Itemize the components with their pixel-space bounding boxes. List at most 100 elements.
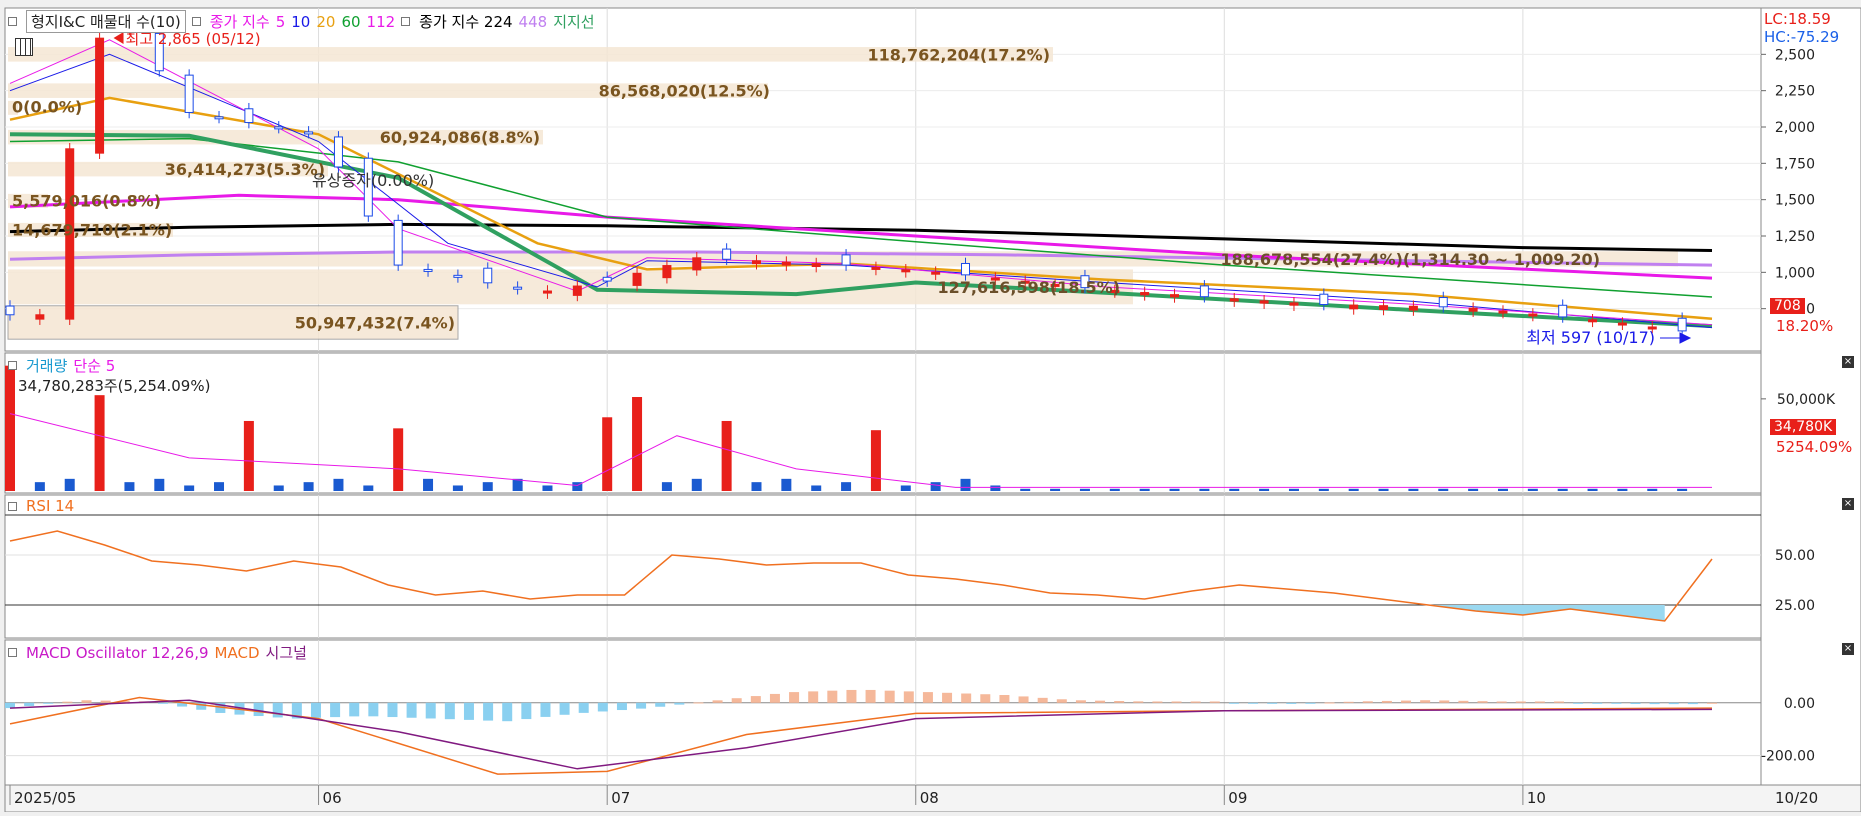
- rsi-tick-label: 50.00: [1775, 548, 1815, 564]
- macd-oscillator-bar: [330, 702, 341, 718]
- ma-period-60: 60: [341, 12, 361, 31]
- volume-profile-label: 60,924,086(8.8%): [380, 128, 540, 147]
- macd-oscillator-bar: [463, 702, 474, 720]
- price-tick-label: 2,500: [1775, 47, 1815, 63]
- candle-body: [811, 263, 821, 268]
- close-icon[interactable]: ×: [1842, 356, 1854, 368]
- macd-oscillator-bar: [1401, 700, 1412, 703]
- volume-bar: [1408, 488, 1419, 491]
- macd-oscillator-bar: [769, 693, 780, 703]
- macd-oscillator-bar: [387, 702, 398, 718]
- macd-oscillator-bar: [808, 691, 819, 703]
- macd-oscillator-bar: [406, 702, 417, 718]
- candle-body: [1259, 300, 1269, 304]
- volume-profile-label: 118,762,204(17.2%): [868, 45, 1050, 64]
- macd-oscillator-bar: [1305, 702, 1316, 704]
- candle-body: [5, 305, 15, 316]
- volume-bar: [1318, 488, 1329, 491]
- price-tick-label: 1,000: [1775, 265, 1815, 281]
- candle-body: [961, 262, 971, 276]
- macd-oscillator-bar: [1439, 700, 1450, 703]
- low-label: 최저 597 (10/17): [1526, 328, 1655, 347]
- candle-body: [722, 248, 732, 260]
- macd-oscillator-bar: [310, 702, 321, 718]
- ma2-label: 종가 지수 224: [419, 13, 513, 31]
- macd-label: MACD: [214, 643, 260, 662]
- candle-body: [1558, 304, 1568, 318]
- volume-bar: [632, 397, 643, 491]
- collapse-icon[interactable]: [8, 501, 17, 511]
- price-legend: 형지I&C 매물대 수(10) 종가 지수 5 10 20 60 112 종가 …: [8, 10, 595, 33]
- candle-body: [841, 254, 851, 266]
- ma-period-20: 20: [316, 12, 336, 31]
- macd-oscillator-bar: [1286, 702, 1297, 704]
- candle-body: [95, 37, 105, 154]
- candle-body: [483, 267, 493, 284]
- macd-oscillator-bar: [980, 694, 991, 703]
- volume-bar: [1677, 488, 1688, 491]
- volume-bar: [5, 365, 15, 491]
- candle-body: [632, 272, 642, 286]
- collapse-icon[interactable]: [8, 17, 17, 26]
- volume-bar: [1020, 488, 1031, 491]
- macd-oscillator-bar: [655, 702, 666, 707]
- volume-bar: [1169, 488, 1180, 491]
- close-icon[interactable]: ×: [1842, 643, 1854, 655]
- macd-oscillator-bar: [521, 702, 532, 720]
- volume-panel-bg: [4, 352, 1762, 494]
- candle-body: [871, 266, 881, 270]
- volume-bar: [303, 482, 314, 491]
- collapse-icon[interactable]: [191, 17, 201, 26]
- macd-oscillator-bar: [1668, 702, 1679, 705]
- volume-bar: [1438, 488, 1449, 491]
- volume-bar: [214, 482, 225, 491]
- volume-bar: [363, 485, 374, 491]
- volume-bar: [721, 420, 732, 491]
- macd-oscillator-bar: [1095, 700, 1106, 703]
- volume-profile-label: 14,679,710(2.1%): [12, 220, 172, 239]
- volume-bar: [930, 482, 941, 491]
- price-title[interactable]: 형지I&C 매물대 수(10): [26, 10, 186, 33]
- collapse-icon[interactable]: [401, 17, 411, 26]
- volume-bar: [811, 485, 822, 491]
- candle-body: [274, 126, 284, 130]
- candle-body: [1170, 294, 1180, 298]
- price-tick-label: 2,250: [1775, 84, 1815, 100]
- support-label: 지지선: [553, 13, 595, 31]
- macd-oscillator-bar: [1324, 702, 1335, 704]
- grid-icon[interactable]: [15, 38, 33, 56]
- macd-oscillator-bar: [81, 700, 92, 703]
- volume-bar: [1079, 488, 1090, 491]
- volume-title: 거래량: [26, 357, 68, 375]
- volume-bar: [1527, 488, 1538, 491]
- x-right-label: 10/20: [1775, 789, 1818, 807]
- chart-root: 2,5002,2502,0001,7501,5001,2501,00075011…: [0, 0, 1861, 813]
- candle-body: [1468, 307, 1478, 312]
- macd-oscillator-bar: [483, 702, 494, 721]
- candle-body: [1289, 302, 1299, 306]
- x-tick-label: 2025/05: [14, 789, 76, 807]
- macd-oscillator-bar: [368, 702, 379, 717]
- volume-bar: [1050, 488, 1061, 491]
- macd-oscillator-bar: [1477, 701, 1488, 703]
- macd-oscillator-bar: [712, 700, 723, 703]
- volume-bar: [900, 485, 911, 491]
- macd-oscillator-bar: [597, 702, 608, 712]
- macd-oscillator-bar: [1133, 701, 1144, 703]
- candle-body: [1528, 313, 1538, 317]
- macd-oscillator-bar: [100, 700, 111, 703]
- ma-period-112: 112: [366, 12, 396, 31]
- x-tick-label: 07: [611, 789, 630, 807]
- macd-oscillator-bar: [157, 702, 168, 704]
- candle-body: [513, 286, 523, 290]
- macd-oscillator-bar: [444, 702, 455, 720]
- collapse-icon[interactable]: [8, 361, 17, 370]
- candle-body: [751, 260, 761, 265]
- volume-bar: [1229, 488, 1240, 491]
- close-icon[interactable]: ×: [1842, 498, 1854, 510]
- volume-bar: [1617, 488, 1628, 491]
- volume-current-pct: 5254.09%: [1776, 438, 1853, 456]
- chart-svg: 2,5002,2502,0001,7501,5001,2501,00075011…: [4, 7, 1861, 813]
- collapse-icon[interactable]: [8, 648, 17, 657]
- macd-oscillator-bar: [1573, 702, 1584, 704]
